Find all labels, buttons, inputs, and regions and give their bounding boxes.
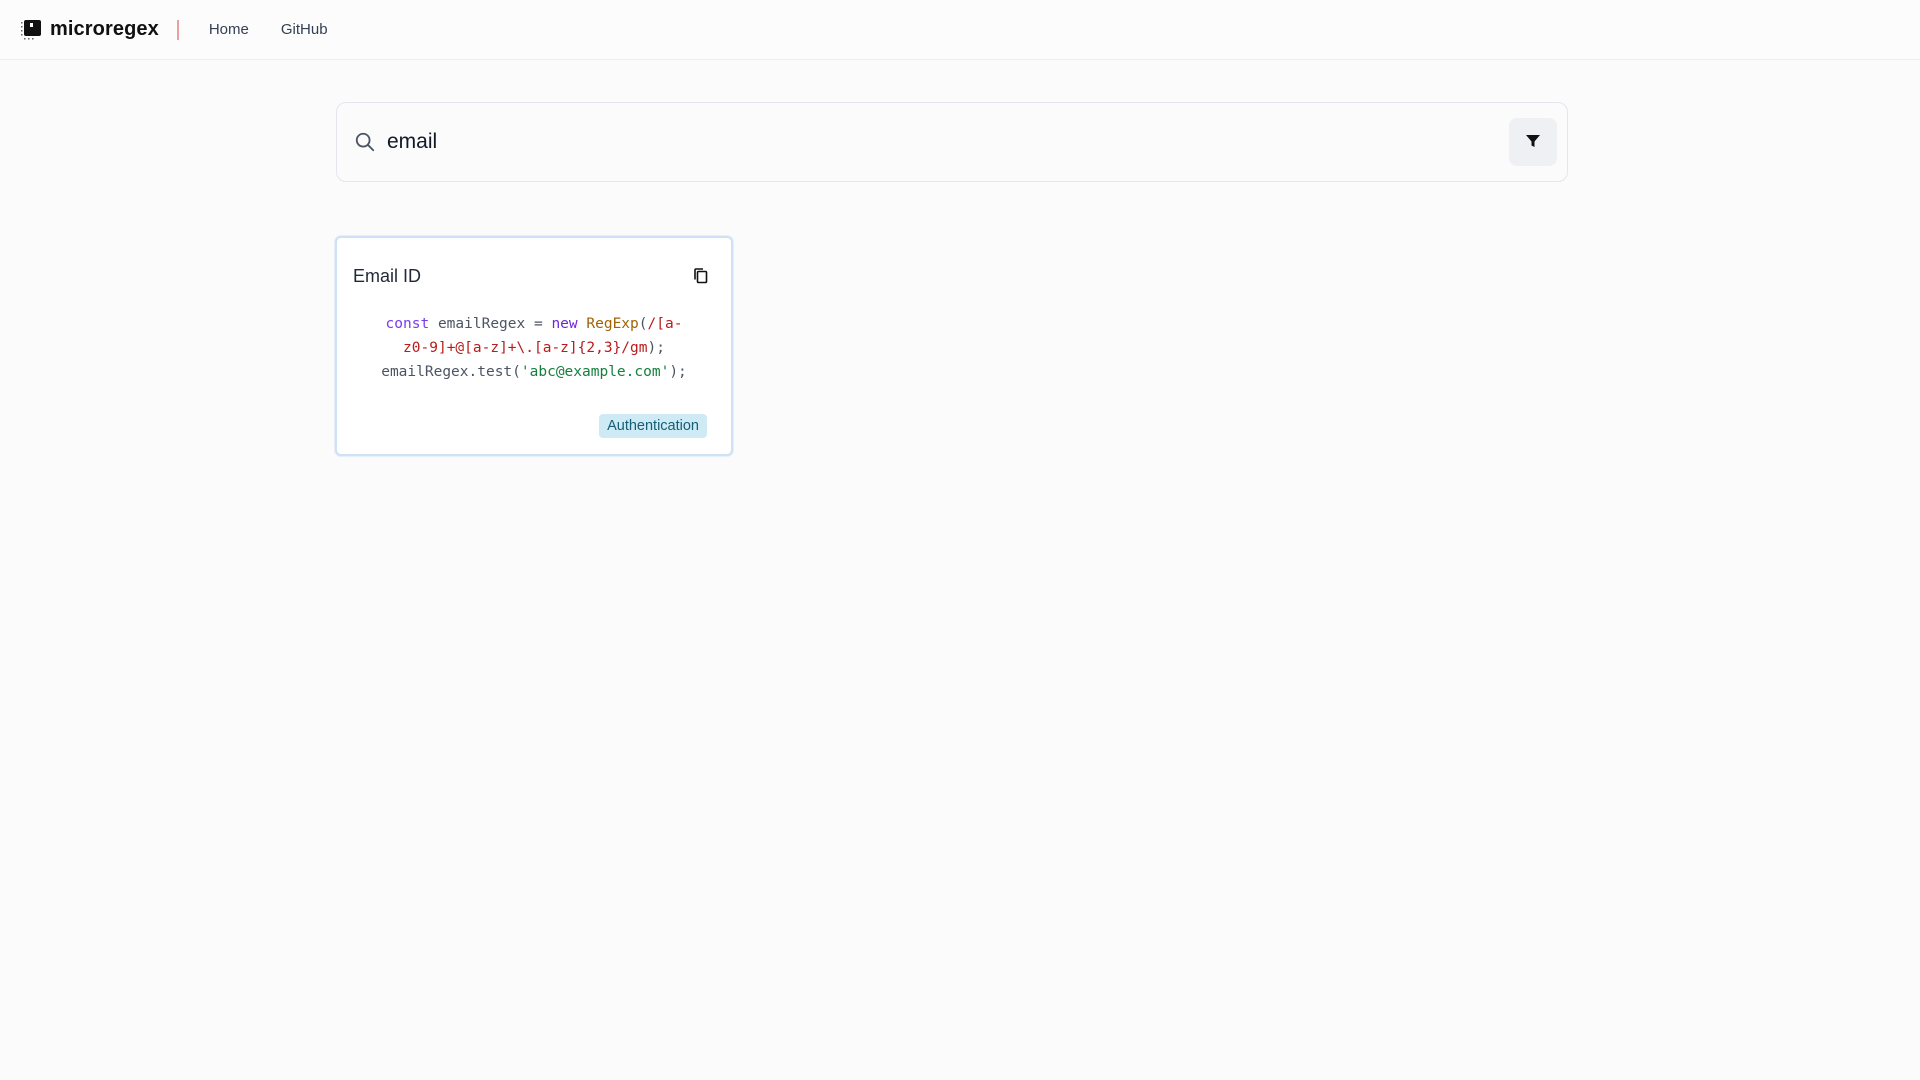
filter-funnel-icon: [1525, 133, 1541, 152]
header-divider: [176, 19, 179, 40]
code-punct: );: [647, 340, 665, 356]
card-title: Email ID: [353, 265, 422, 286]
brand-name: microregex: [50, 18, 159, 40]
copy-icon[interactable]: [689, 264, 713, 288]
search-bar: [336, 102, 1568, 182]
code-punct: );: [669, 364, 687, 380]
code-regex: /[a-: [647, 316, 683, 332]
filter-button[interactable]: [1509, 118, 1557, 166]
code-line: const emailRegex = new RegExp(/[a-: [361, 312, 707, 336]
code-snippet: const emailRegex = new RegExp(/[a- z0-9]…: [353, 312, 715, 384]
category-tag[interactable]: Authentication: [599, 414, 707, 438]
code-operator: =: [533, 316, 543, 332]
code-keyword: const: [385, 316, 430, 332]
code-punct: (: [638, 316, 648, 332]
search-icon: [353, 130, 377, 154]
code-class: RegExp: [586, 316, 639, 332]
code-call: emailRegex.test(: [381, 364, 521, 380]
regex-card[interactable]: Email ID const emailRegex = new RegExp(/…: [335, 236, 733, 456]
code-line: emailRegex.test('abc@example.com');: [361, 360, 707, 384]
nav-github-link[interactable]: GitHub: [281, 21, 328, 38]
top-navbar: microregex Home GitHub: [0, 0, 1920, 60]
code-regex: z0-9]+@[a-z]+\.[a-z]{2,3}/gm: [403, 340, 648, 356]
nav-home-link[interactable]: Home: [209, 21, 249, 38]
code-string: 'abc@example.com': [520, 364, 670, 380]
code-line: z0-9]+@[a-z]+\.[a-z]{2,3}/gm);: [361, 336, 707, 360]
code-variable: emailRegex: [437, 316, 526, 332]
brand[interactable]: microregex: [20, 18, 159, 41]
microregex-logo-icon: [20, 19, 42, 41]
card-header: Email ID: [353, 264, 715, 288]
search-input[interactable]: [385, 129, 1509, 155]
code-keyword: new: [551, 316, 578, 332]
